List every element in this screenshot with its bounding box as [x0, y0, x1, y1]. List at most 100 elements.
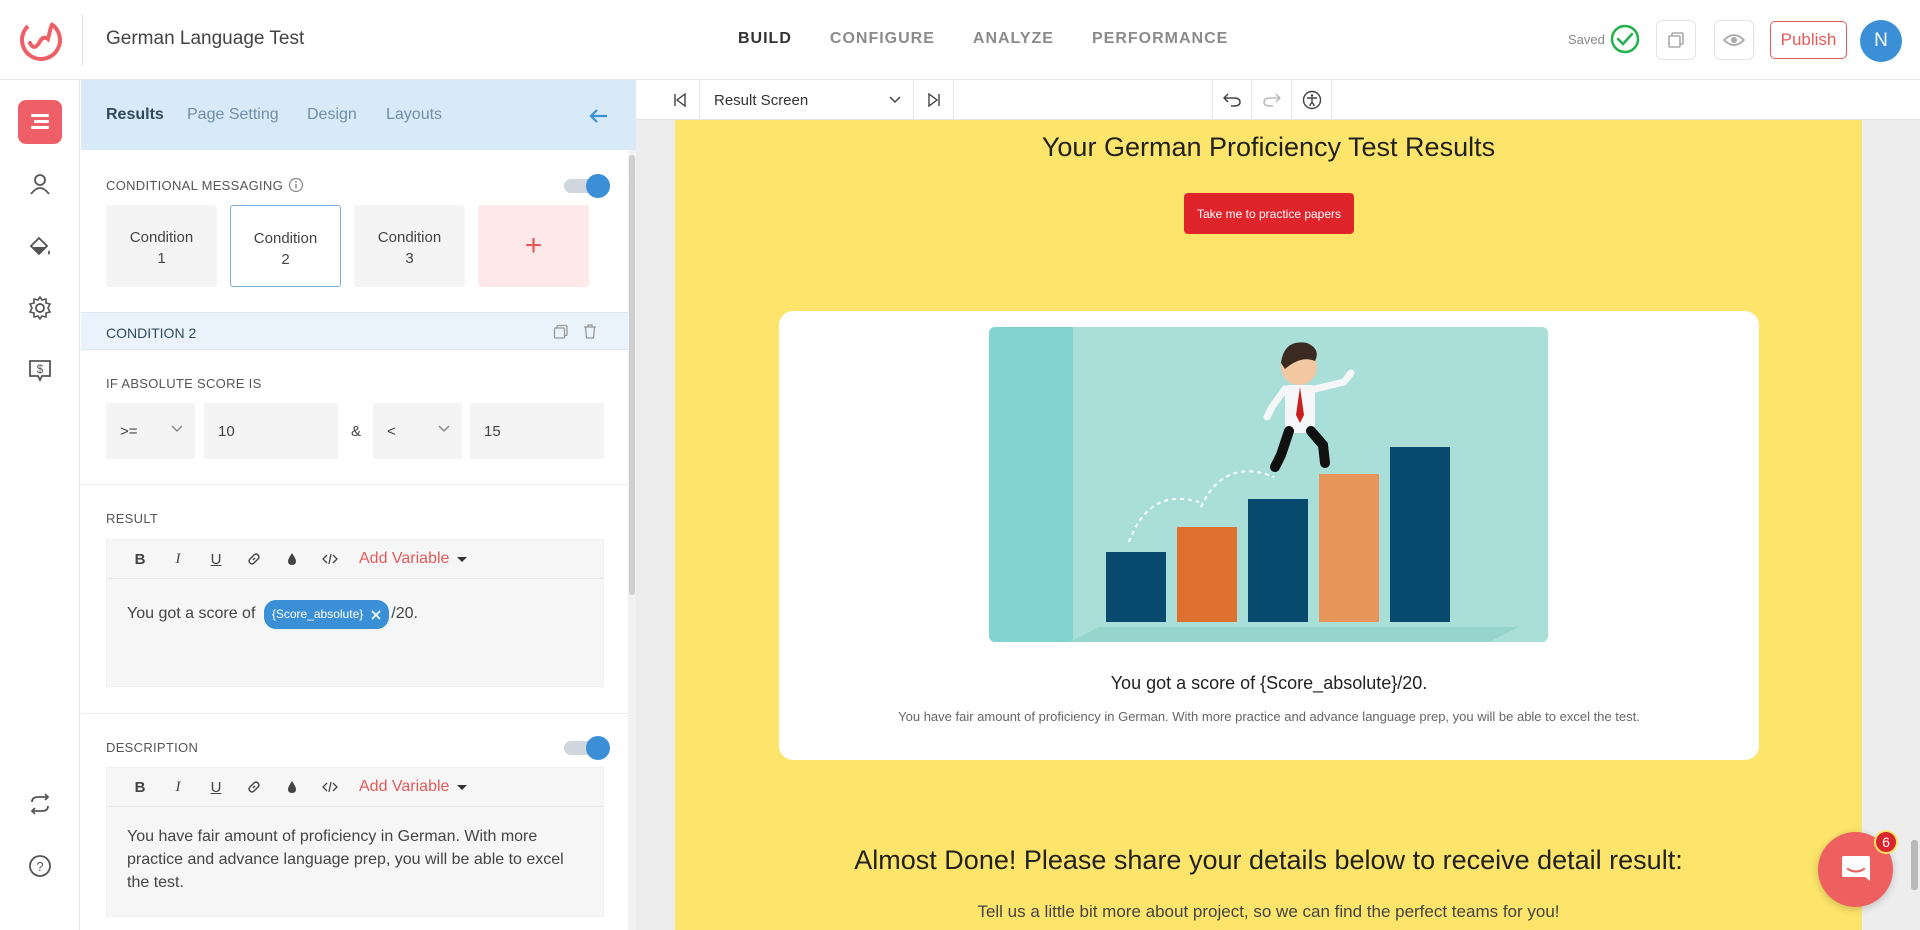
- code-icon[interactable]: [311, 547, 349, 571]
- link-icon[interactable]: [235, 547, 273, 571]
- screen-select[interactable]: Result Screen: [700, 80, 914, 120]
- conditional-messaging-toggle[interactable]: [564, 174, 610, 198]
- description-editor-content[interactable]: You have fair amount of proficiency in G…: [127, 825, 577, 894]
- accessibility-icon: [1302, 90, 1321, 110]
- info-icon[interactable]: [288, 177, 304, 193]
- description-editor[interactable]: B I U Add Variable You have fair amount …: [106, 767, 604, 917]
- score-max-input[interactable]: 15: [470, 403, 604, 459]
- copy-icon: [1668, 32, 1684, 48]
- italic-button[interactable]: I: [159, 547, 197, 571]
- score-min-input[interactable]: 10: [204, 403, 338, 459]
- result-editor[interactable]: B I U Add Variable You got a score of {S…: [106, 539, 604, 687]
- add-condition-button[interactable]: +: [478, 205, 589, 287]
- rail-help-button[interactable]: ?: [18, 844, 62, 888]
- nav-performance[interactable]: PERFORMANCE: [1092, 30, 1228, 48]
- rail-settings-button[interactable]: [18, 286, 62, 330]
- operator-select-2[interactable]: <: [373, 403, 462, 459]
- italic-button[interactable]: I: [159, 775, 197, 799]
- lead-form-title[interactable]: Almost Done! Please share your details b…: [675, 845, 1862, 876]
- tab-page-setting[interactable]: Page Setting: [187, 106, 279, 124]
- condition-card-2[interactable]: Condition 2: [230, 205, 341, 287]
- tab-design[interactable]: Design: [307, 106, 357, 124]
- code-icon[interactable]: [311, 775, 349, 799]
- publish-button[interactable]: Publish: [1770, 21, 1847, 59]
- close-icon[interactable]: [371, 609, 381, 620]
- accessibility-button[interactable]: [1292, 80, 1332, 120]
- variable-chip[interactable]: {Score_absolute}: [263, 600, 390, 629]
- app-logo-icon[interactable]: [18, 17, 64, 63]
- editor-toolbar: B I U Add Variable: [107, 768, 603, 807]
- user-icon: [30, 174, 50, 195]
- nav-analyze[interactable]: ANALYZE: [973, 30, 1054, 48]
- rail-content-button[interactable]: [18, 100, 62, 144]
- rail-sync-button[interactable]: [18, 782, 62, 826]
- color-drop-icon[interactable]: [273, 775, 311, 799]
- paint-bucket-icon: [29, 236, 50, 256]
- add-variable-dropdown[interactable]: Add Variable: [359, 550, 468, 568]
- underline-button[interactable]: U: [197, 775, 235, 799]
- result-text-after: /20.: [391, 605, 418, 622]
- copy-icon[interactable]: [553, 324, 569, 340]
- skip-back-icon: [673, 93, 686, 107]
- result-title[interactable]: Your German Proficiency Test Results: [675, 132, 1862, 163]
- canvas-scrollbar-thumb[interactable]: [1911, 840, 1918, 890]
- gear-icon: [28, 295, 52, 321]
- rail-pricing-button[interactable]: $: [18, 348, 62, 392]
- redo-icon: [1262, 93, 1281, 107]
- svg-text:?: ?: [36, 859, 43, 874]
- bold-button[interactable]: B: [121, 775, 159, 799]
- last-screen-button[interactable]: [914, 80, 954, 120]
- add-variable-label: Add Variable: [359, 550, 450, 567]
- bar-4: [1319, 474, 1379, 622]
- chevron-down-icon: [889, 96, 901, 104]
- caret-down-icon: [457, 556, 468, 562]
- duplicate-button[interactable]: [1656, 20, 1696, 60]
- nav-build[interactable]: BUILD: [738, 30, 792, 48]
- add-variable-dropdown[interactable]: Add Variable: [359, 778, 468, 796]
- redo-button[interactable]: [1252, 80, 1292, 120]
- arrow-left-icon[interactable]: [587, 104, 611, 128]
- conditional-messaging-label: CONDITIONAL MESSAGING: [106, 178, 284, 193]
- nav-configure[interactable]: CONFIGURE: [830, 30, 935, 48]
- condition-card-number: 2: [281, 251, 290, 268]
- panel-scrollbar-thumb[interactable]: [629, 155, 635, 595]
- condition-card-3[interactable]: Condition 3: [354, 205, 465, 287]
- rail-leads-button[interactable]: [18, 162, 62, 206]
- trash-icon[interactable]: [583, 323, 597, 339]
- chevron-down-icon: [171, 425, 183, 433]
- caret-down-icon: [457, 784, 468, 790]
- condition-card-label: Condition: [253, 230, 318, 247]
- first-screen-button[interactable]: [660, 80, 700, 120]
- practice-papers-button[interactable]: Take me to practice papers: [1184, 193, 1354, 234]
- preview-button[interactable]: [1714, 20, 1754, 60]
- description-toggle[interactable]: [564, 736, 610, 760]
- bold-button[interactable]: B: [121, 547, 159, 571]
- condition-card-number: 3: [405, 250, 414, 267]
- check-circle-icon: [1610, 24, 1640, 54]
- bar-3: [1248, 499, 1308, 622]
- result-label: RESULT: [106, 511, 159, 526]
- add-variable-label: Add Variable: [359, 778, 450, 795]
- sync-icon: [30, 793, 50, 815]
- result-card: You got a score of {Score_absolute}/20. …: [779, 311, 1759, 760]
- link-icon[interactable]: [235, 775, 273, 799]
- svg-text:$: $: [37, 362, 44, 376]
- score-rule-label: IF ABSOLUTE SCORE IS: [106, 376, 262, 391]
- avatar[interactable]: N: [1860, 20, 1902, 62]
- undo-button[interactable]: [1212, 80, 1252, 120]
- condition-card-1[interactable]: Condition 1: [106, 205, 217, 287]
- operator-value-1: >=: [120, 423, 138, 440]
- tab-results[interactable]: Results: [106, 106, 164, 124]
- result-illustration[interactable]: [989, 327, 1548, 642]
- rail-design-button[interactable]: [18, 224, 62, 268]
- result-description[interactable]: You have fair amount of proficiency in G…: [779, 709, 1759, 724]
- bar-1: [1106, 552, 1166, 622]
- tab-layouts[interactable]: Layouts: [386, 106, 442, 124]
- color-drop-icon[interactable]: [273, 547, 311, 571]
- score-text[interactable]: You got a score of {Score_absolute}/20.: [779, 673, 1759, 694]
- underline-button[interactable]: U: [197, 547, 235, 571]
- operator-select-1[interactable]: >=: [106, 403, 195, 459]
- lead-form-subtitle[interactable]: Tell us a little bit more about project,…: [675, 902, 1862, 922]
- result-editor-content[interactable]: You got a score of {Score_absolute} /20.: [127, 600, 418, 629]
- skip-forward-icon: [927, 93, 940, 107]
